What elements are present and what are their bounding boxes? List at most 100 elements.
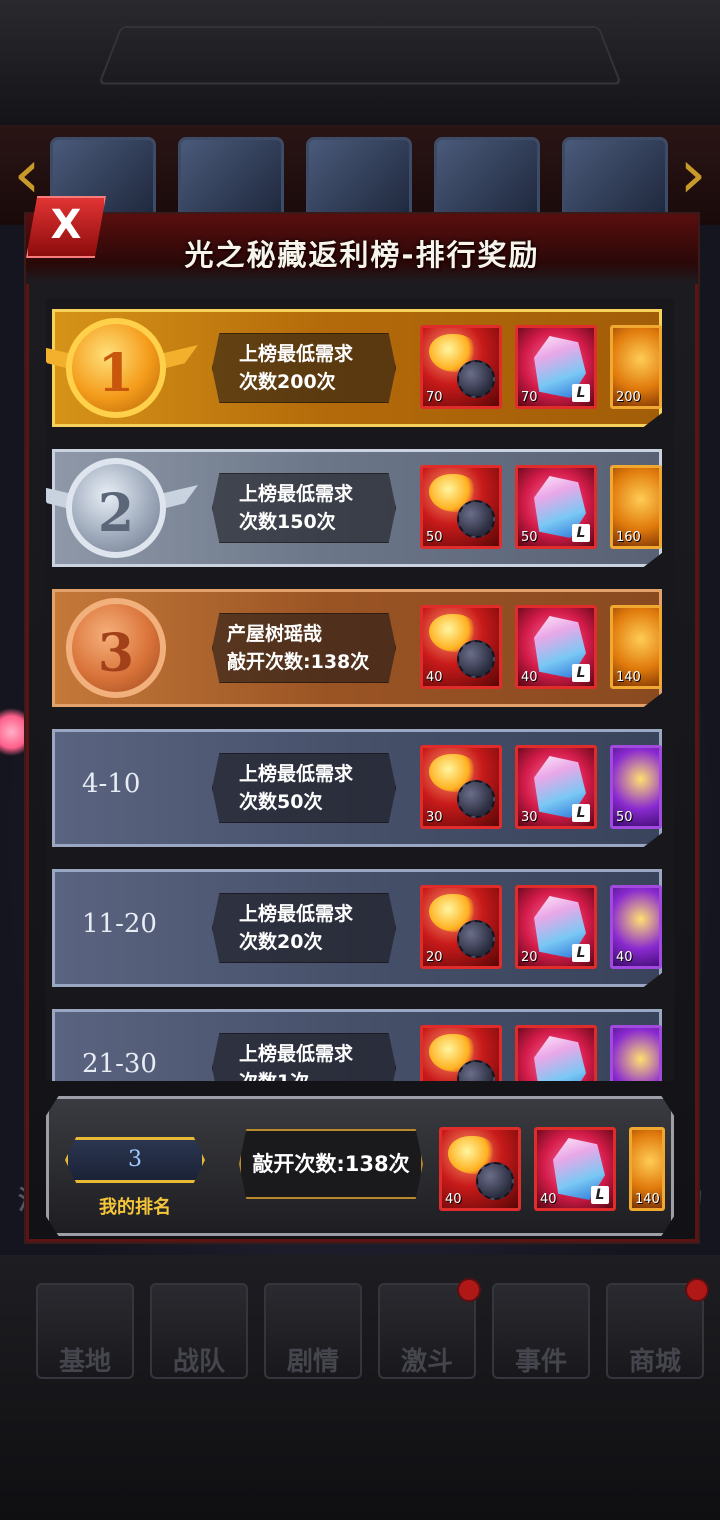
requirement-line1: 上榜最低需求 <box>239 763 354 785</box>
reward-pillar-item[interactable]: 50 <box>610 745 662 829</box>
reward-count: 40 <box>445 1192 462 1207</box>
nav-tab-base[interactable]: 基地 <box>36 1283 134 1379</box>
level-badge-icon: L <box>572 524 590 542</box>
reward-fire-item[interactable]: 40 <box>420 605 502 689</box>
spiked-ball-icon <box>457 360 495 398</box>
reward-fire-item[interactable]: 30 <box>420 745 502 829</box>
reward-orb-item[interactable]: 200 <box>610 325 662 409</box>
my-rank-bar: 3 我的排名 敲开次数:138次 40 L 40 140 <box>46 1096 674 1236</box>
spiked-ball-icon <box>457 500 495 538</box>
bronze-medal-icon: 3 <box>66 598 166 698</box>
spiked-ball-icon <box>457 640 495 678</box>
reward-orb-item[interactable]: 140 <box>629 1127 665 1211</box>
rank-row-11-20: 11-20 上榜最低需求 次数20次 20 L 20 40 <box>52 869 662 987</box>
reward-count: 40 <box>616 950 633 965</box>
requirement-line2: 次数20次 <box>239 931 323 953</box>
reward-count: 20 <box>521 950 538 965</box>
requirement-line2: 次数1次 <box>239 1068 395 1081</box>
level-badge-icon: L <box>591 1186 609 1204</box>
reward-pillar-item[interactable] <box>610 1025 662 1081</box>
reward-orb-item[interactable]: 160 <box>610 465 662 549</box>
reward-crystal-item[interactable]: L 20 <box>515 885 597 969</box>
requirement-line1: 上榜最低需求 <box>239 343 354 365</box>
reward-count: 70 <box>521 390 538 405</box>
crystal-icon <box>534 1036 586 1081</box>
reward-count: 140 <box>635 1192 660 1207</box>
reward-orb-item[interactable]: 140 <box>610 605 662 689</box>
requirement-line1: 产屋树瑶哉 <box>227 623 323 645</box>
level-badge-icon: L <box>572 384 590 402</box>
level-badge-icon: L <box>572 804 590 822</box>
requirement-label: 上榜最低需求 次数50次 <box>212 753 396 823</box>
rank-row-1: 1 上榜最低需求 次数200次 70 L 70 200 <box>46 309 662 427</box>
top-frame <box>0 0 720 125</box>
rank-row-4-10: 4-10 上榜最低需求 次数50次 30 L 30 50 <box>52 729 662 847</box>
spiked-ball-icon <box>457 780 495 818</box>
reward-fire-item[interactable]: 20 <box>420 885 502 969</box>
requirement-label: 上榜最低需求 次数20次 <box>212 893 396 963</box>
level-badge-icon: L <box>572 944 590 962</box>
reward-crystal-item[interactable]: L 40 <box>515 605 597 689</box>
notification-dot <box>457 1278 481 1302</box>
reward-count: 70 <box>426 390 443 405</box>
requirement-label: 产屋树瑶哉 敲开次数:138次 <box>212 613 396 683</box>
requirement-line1: 上榜最低需求 <box>239 1043 354 1065</box>
reward-count: 20 <box>426 950 443 965</box>
requirement-line1: 上榜最低需求 <box>239 483 354 505</box>
reward-count: 50 <box>616 810 633 825</box>
reward-fire-item[interactable]: 70 <box>420 325 502 409</box>
reward-fire-item[interactable]: 40 <box>439 1127 521 1211</box>
level-badge-icon: L <box>572 664 590 682</box>
requirement-line2: 次数150次 <box>239 511 336 533</box>
rank-row-21-30: 21-30 上榜最低需求 次数1次 <box>52 1009 662 1081</box>
requirement-label: 上榜最低需求 次数150次 <box>212 473 396 543</box>
my-open-count: 敲开次数:138次 <box>239 1129 423 1199</box>
reward-count: 200 <box>616 390 641 405</box>
requirement-label: 上榜最低需求 次数1次 <box>212 1033 396 1081</box>
reward-count: 40 <box>426 670 443 685</box>
rank-row-3: 3 产屋树瑶哉 敲开次数:138次 40 L 40 140 <box>52 589 662 707</box>
nav-tab-event[interactable]: 事件 <box>492 1283 590 1379</box>
reward-list[interactable]: 1 上榜最低需求 次数200次 70 L 70 200 2 上榜最低需求 次数1… <box>46 299 674 1081</box>
reward-fire-item[interactable]: 50 <box>420 465 502 549</box>
spiked-ball-icon <box>457 920 495 958</box>
reward-count: 40 <box>521 670 538 685</box>
reward-count: 160 <box>616 530 641 545</box>
rank-range-label: 11-20 <box>82 909 157 939</box>
reward-crystal-item[interactable]: L 30 <box>515 745 597 829</box>
rank-range-label: 21-30 <box>82 1049 157 1079</box>
reward-count: 140 <box>616 670 641 685</box>
dialog-header: 光之秘藏返利榜-排行奖励 <box>26 214 698 284</box>
reward-fire-item[interactable] <box>420 1025 502 1081</box>
ranking-reward-dialog: 光之秘藏返利榜-排行奖励 1 上榜最低需求 次数200次 70 L 70 200… <box>24 212 700 1244</box>
requirement-line2: 次数50次 <box>239 791 323 813</box>
reward-count: 50 <box>521 530 538 545</box>
reward-crystal-item[interactable]: L 70 <box>515 325 597 409</box>
reward-count: 40 <box>540 1192 557 1207</box>
reward-count: 50 <box>426 530 443 545</box>
dialog-title: 光之秘藏返利榜-排行奖励 <box>184 238 540 272</box>
requirement-line2: 敲开次数:138次 <box>227 651 370 673</box>
chevron-right-icon[interactable]: › <box>670 135 716 215</box>
reward-count: 30 <box>521 810 538 825</box>
spiked-ball-icon <box>476 1162 514 1200</box>
rank-range-label: 4-10 <box>82 769 141 799</box>
silver-medal-icon: 2 <box>66 458 166 558</box>
notification-dot <box>685 1278 709 1302</box>
my-rank-label: 我的排名 <box>99 1197 171 1218</box>
nav-tab-story[interactable]: 剧情 <box>264 1283 362 1379</box>
reward-crystal-item[interactable]: L 50 <box>515 465 597 549</box>
requirement-line1: 上榜最低需求 <box>239 903 354 925</box>
close-button[interactable]: X <box>26 196 106 258</box>
nav-tab-team[interactable]: 战队 <box>150 1283 248 1379</box>
reward-crystal-item[interactable] <box>515 1025 597 1081</box>
rank-row-2: 2 上榜最低需求 次数150次 50 L 50 160 <box>46 449 662 567</box>
requirement-line2: 次数200次 <box>239 371 336 393</box>
gold-medal-icon: 1 <box>66 318 166 418</box>
reward-crystal-item[interactable]: L 40 <box>534 1127 616 1211</box>
my-rank-value: 3 <box>65 1137 205 1183</box>
requirement-label: 上榜最低需求 次数200次 <box>212 333 396 403</box>
reward-count: 30 <box>426 810 443 825</box>
close-icon: X <box>50 202 82 248</box>
reward-pillar-item[interactable]: 40 <box>610 885 662 969</box>
